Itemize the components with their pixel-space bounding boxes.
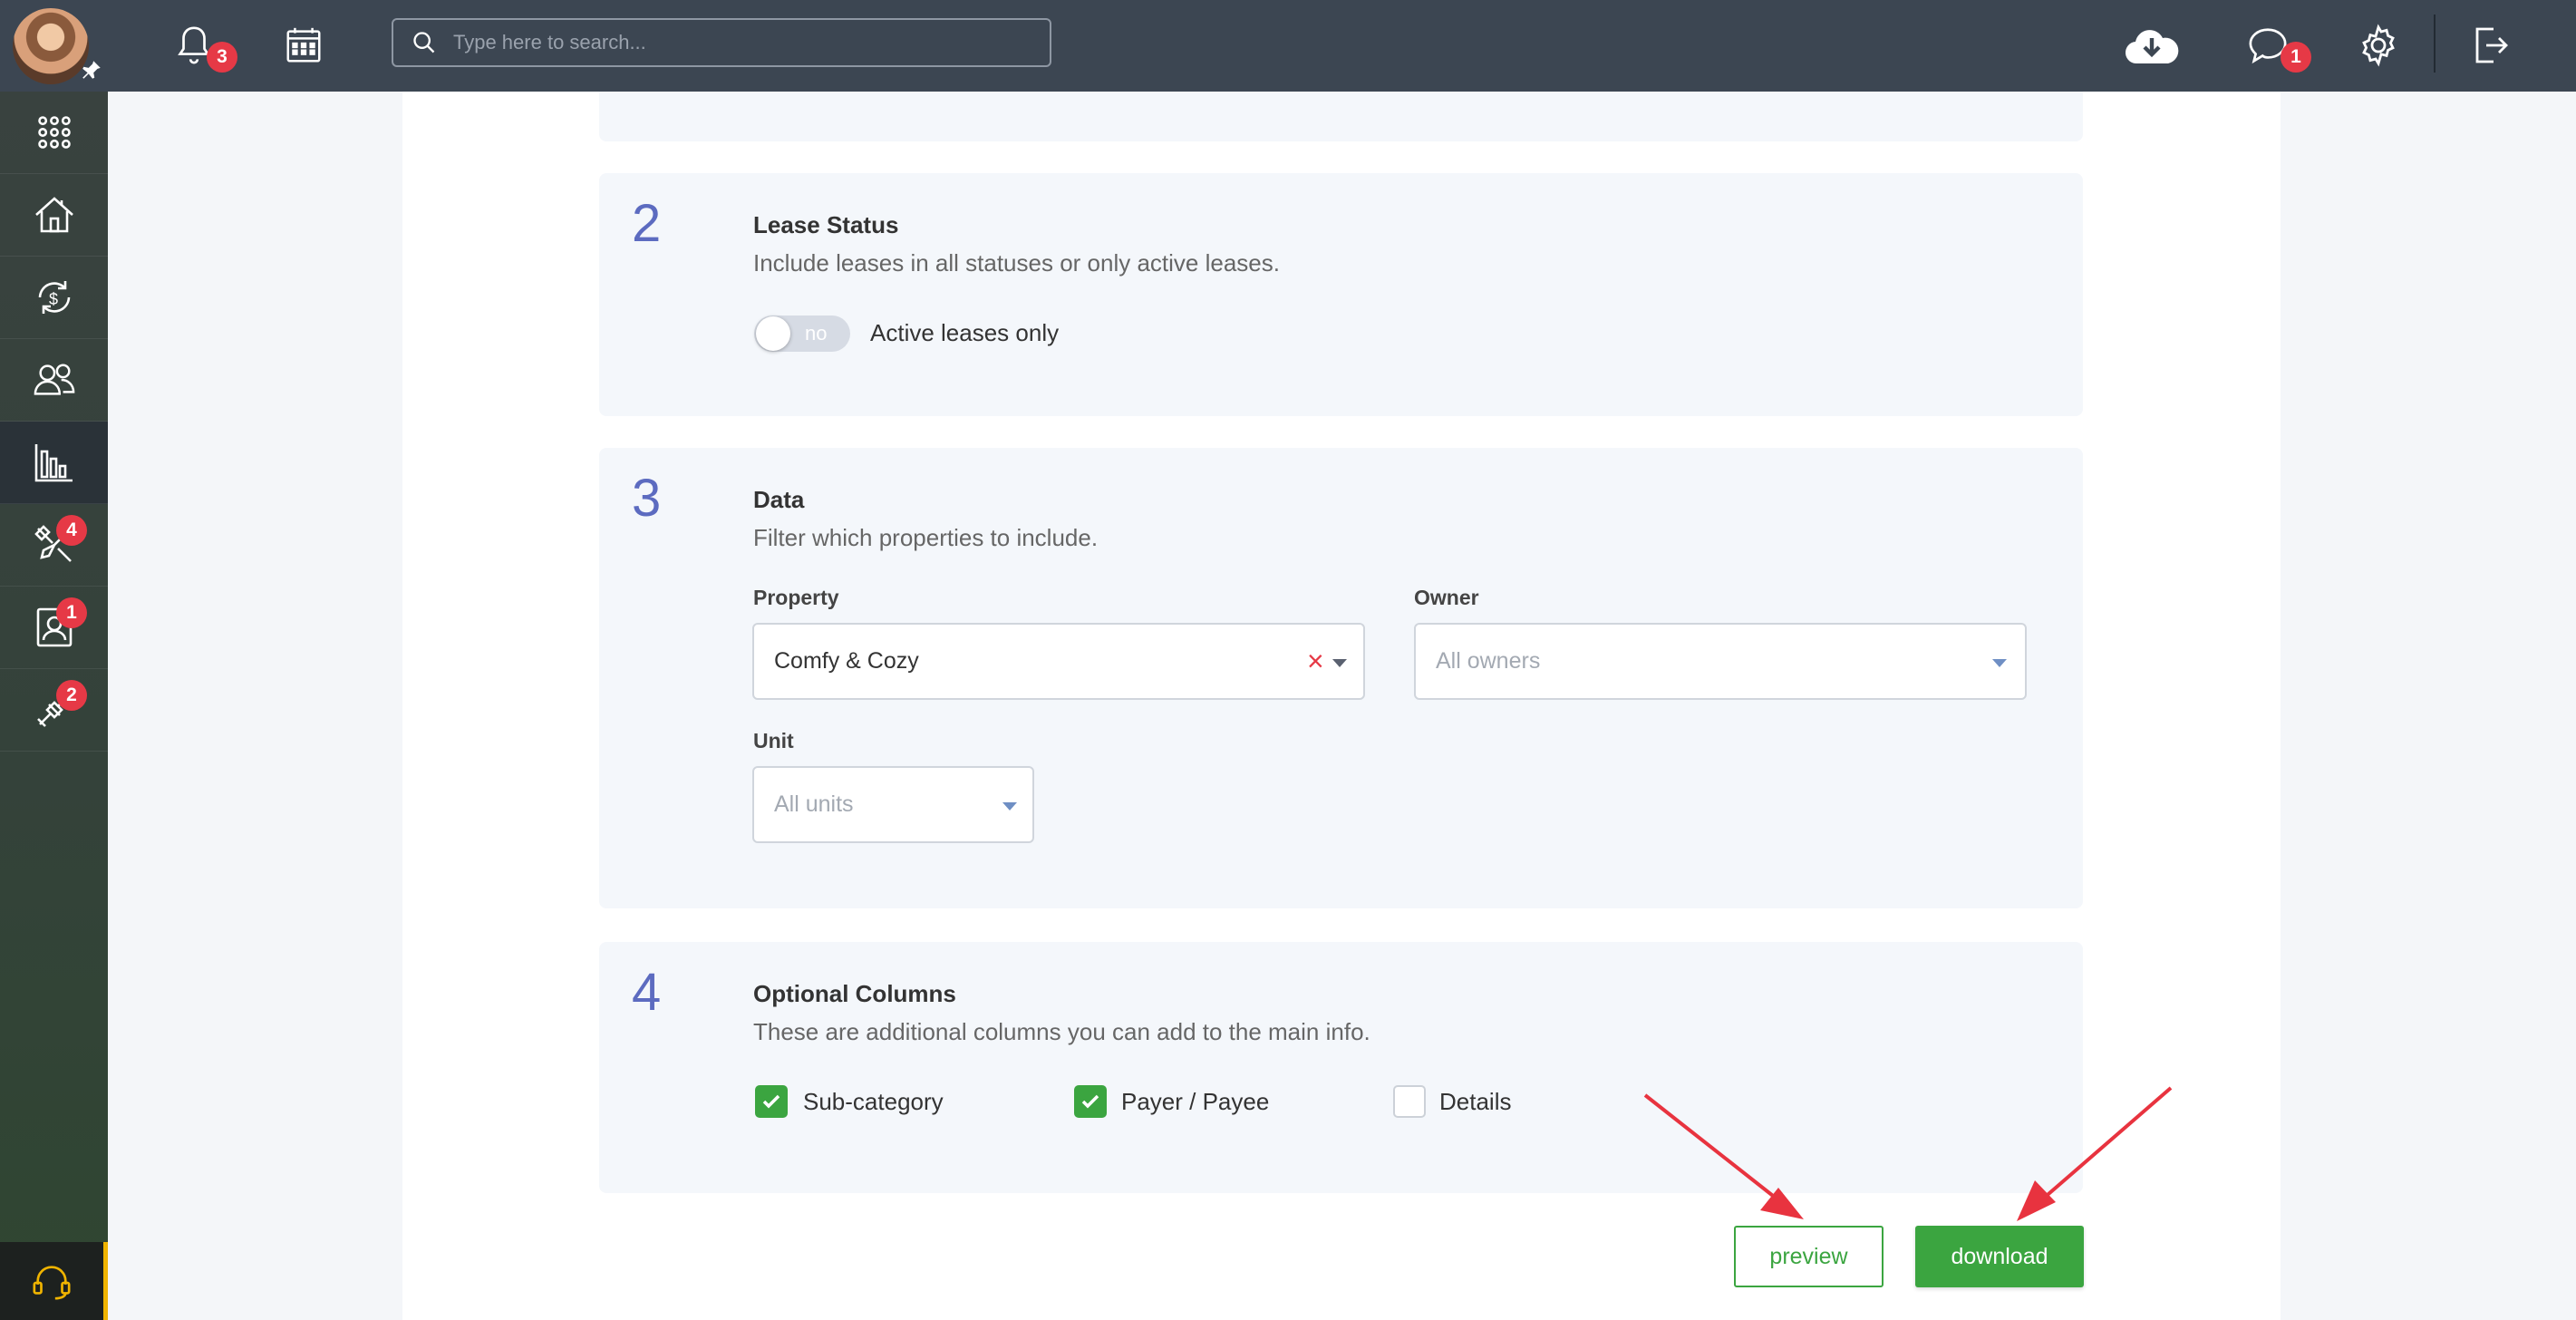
calendar-button[interactable] <box>275 16 333 74</box>
maintenance-badge: 4 <box>56 515 87 546</box>
top-bar: 3 1 <box>0 0 2576 92</box>
sidebar: $ 4 1 2 <box>0 92 108 1320</box>
apps-grid-icon <box>37 116 71 149</box>
property-icon <box>34 197 73 233</box>
property-label: Property <box>753 586 839 609</box>
clear-icon[interactable]: × <box>1307 646 1324 675</box>
payer-payee-label: Payer / Payee <box>1121 1088 1270 1115</box>
reports-icon <box>34 444 73 482</box>
payments-icon: $ <box>38 281 70 314</box>
sidebar-item-accounting[interactable]: $ <box>0 257 108 339</box>
settings-button[interactable] <box>2349 16 2407 74</box>
topbar-divider <box>2434 15 2436 73</box>
sub-category-label: Sub-category <box>803 1088 944 1115</box>
section-number: 3 <box>632 469 662 528</box>
tenant-screening-badge: 1 <box>56 597 87 628</box>
user-avatar[interactable] <box>13 8 89 84</box>
logout-icon <box>2475 27 2508 63</box>
sidebar-item-reports[interactable] <box>0 422 108 504</box>
property-select-value: Comfy & Cozy <box>774 648 919 674</box>
active-leases-toggle[interactable]: no <box>754 315 850 352</box>
svg-text:$: $ <box>49 290 58 308</box>
support-button[interactable] <box>0 1242 108 1320</box>
messages-button[interactable]: 1 <box>2239 16 2311 74</box>
headset-icon <box>33 1266 71 1300</box>
preview-button[interactable]: preview <box>1734 1226 1884 1287</box>
unit-select[interactable]: All units <box>752 766 1034 843</box>
details-label: Details <box>1439 1088 1512 1115</box>
section-optional-columns: 4 Optional Columns These are additional … <box>599 942 2083 1193</box>
integrations-badge: 2 <box>56 680 87 711</box>
sidebar-item-maintenance[interactable]: 4 <box>0 504 108 587</box>
logout-button[interactable] <box>2461 16 2519 74</box>
chevron-down-icon <box>1992 659 2007 667</box>
checkmark-icon <box>762 1094 780 1109</box>
sidebar-item-contacts[interactable] <box>0 339 108 422</box>
section-description: Include leases in all statuses or only a… <box>753 249 1280 277</box>
notifications-badge: 3 <box>207 42 237 73</box>
search-input[interactable] <box>453 31 1015 54</box>
notifications-button[interactable]: 3 <box>165 16 237 74</box>
section-description: These are additional columns you can add… <box>753 1018 1370 1045</box>
section-lease-status: 2 Lease Status Include leases in all sta… <box>599 173 2083 416</box>
checkmark-icon <box>1081 1094 1099 1109</box>
search-bar[interactable] <box>392 18 1051 67</box>
owner-label: Owner <box>1414 586 1479 609</box>
toggle-state-label: no <box>805 322 828 345</box>
sub-category-checkbox[interactable] <box>755 1085 788 1118</box>
owner-select-placeholder: All owners <box>1436 648 1541 674</box>
sidebar-item-apps[interactable] <box>0 92 108 174</box>
unit-label: Unit <box>753 729 794 752</box>
download-button[interactable]: download <box>1915 1226 2084 1287</box>
section-title: Optional Columns <box>753 980 956 1007</box>
sidebar-item-integrations[interactable]: 2 <box>0 669 108 752</box>
messages-badge: 1 <box>2281 42 2311 73</box>
property-select[interactable]: Comfy & Cozy × <box>752 623 1365 700</box>
search-icon <box>413 32 435 53</box>
contacts-icon <box>34 364 74 395</box>
section-title: Data <box>753 486 805 513</box>
toggle-knob <box>756 316 790 351</box>
chevron-down-icon <box>1002 802 1017 810</box>
sidebar-item-properties[interactable] <box>0 174 108 257</box>
cloud-download-icon <box>2125 30 2179 64</box>
section-title: Lease Status <box>753 211 899 238</box>
unit-select-placeholder: All units <box>774 791 854 817</box>
owner-select[interactable]: All owners <box>1414 623 2027 700</box>
gear-icon <box>2362 24 2395 67</box>
pin-icon <box>82 61 101 79</box>
details-checkbox[interactable] <box>1393 1085 1426 1118</box>
active-leases-label: Active leases only <box>870 319 1060 346</box>
payer-payee-checkbox[interactable] <box>1074 1085 1107 1118</box>
section-previous <box>599 92 2083 141</box>
section-number: 2 <box>632 194 662 253</box>
download-center-button[interactable] <box>2123 16 2181 74</box>
chevron-down-icon <box>1332 659 1347 667</box>
calendar-icon <box>286 27 321 63</box>
section-number: 4 <box>632 963 662 1022</box>
section-description: Filter which properties to include. <box>753 524 1099 551</box>
sidebar-item-tenant-screening[interactable]: 1 <box>0 587 108 669</box>
